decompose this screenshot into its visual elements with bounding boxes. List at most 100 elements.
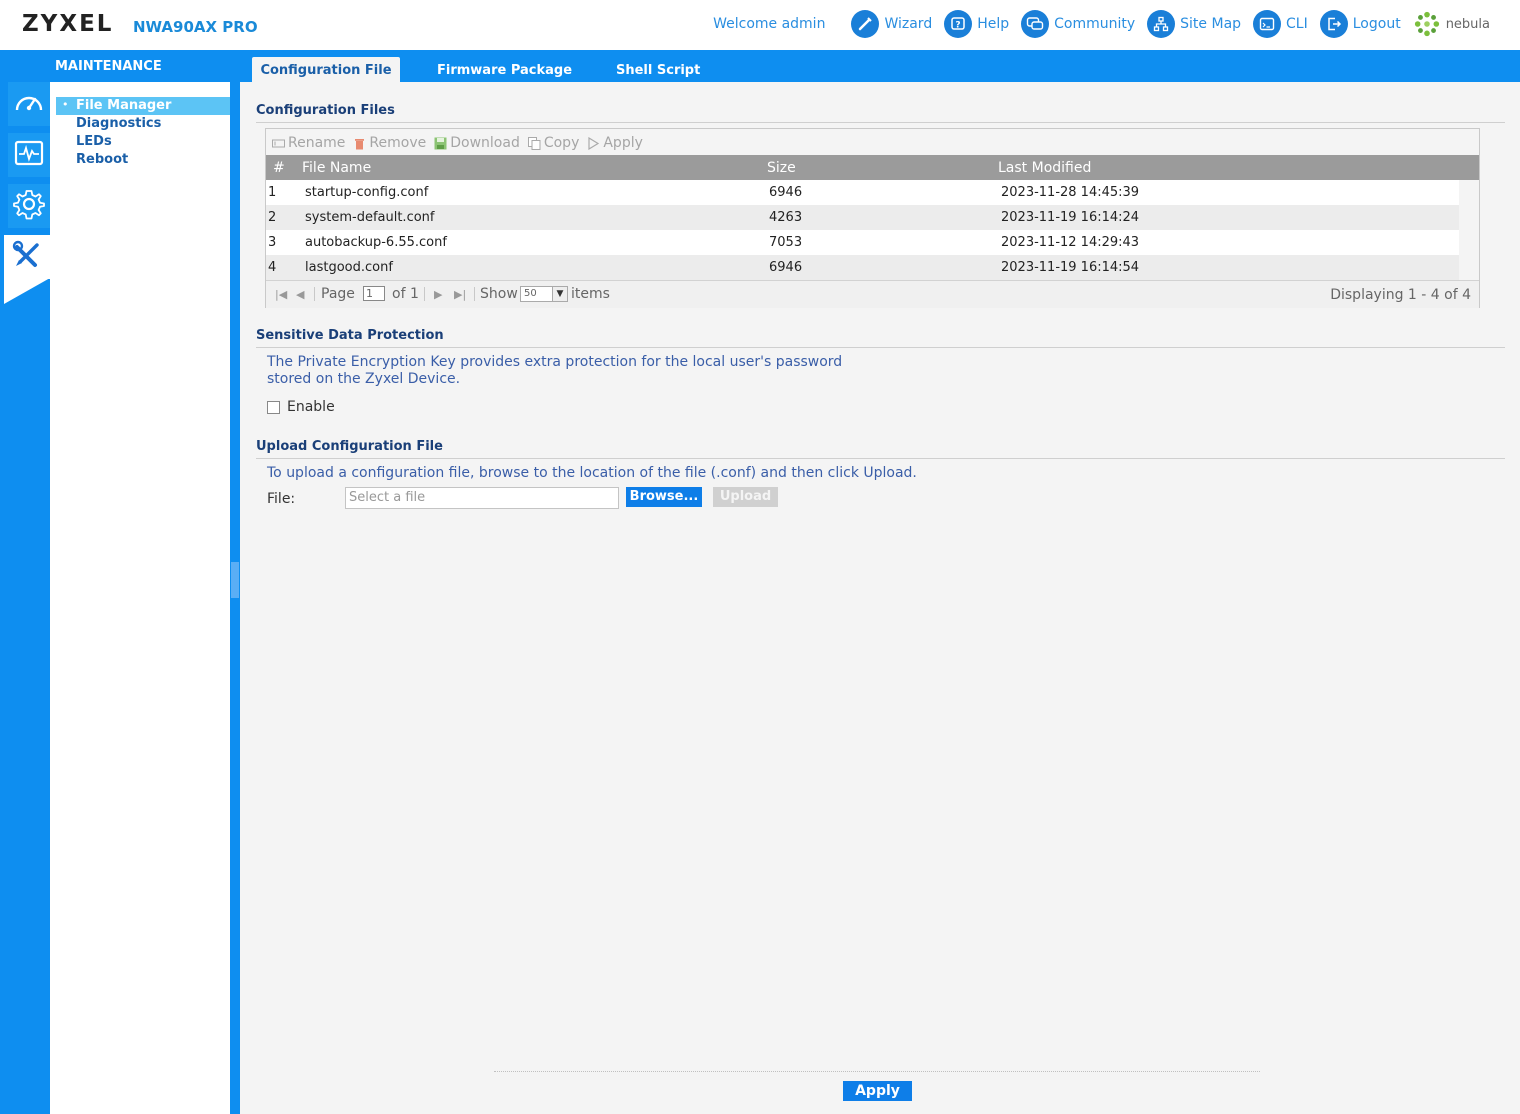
download-button[interactable]: Download <box>434 135 520 151</box>
copy-icon <box>527 136 541 150</box>
dashboard-icon <box>13 88 45 120</box>
row-file-name: system-default.conf <box>305 210 435 225</box>
rail-monitor[interactable] <box>8 133 50 177</box>
enable-checkbox[interactable] <box>267 401 280 414</box>
chevron-down-icon[interactable]: ▼ <box>552 287 567 301</box>
browse-button[interactable]: Browse... <box>626 487 702 507</box>
upload-description: To upload a configuration file, browse t… <box>267 465 917 481</box>
top-navigation: Welcome admin Wizard ? Help Community Si… <box>713 8 1490 40</box>
page-size-value: 50 <box>524 288 537 299</box>
menu-item-reboot[interactable]: Reboot <box>76 152 128 167</box>
row-file-name: startup-config.conf <box>305 185 429 200</box>
column-header-file-name[interactable]: File Name <box>302 160 371 176</box>
splitter-grip[interactable] <box>231 562 239 598</box>
table-row[interactable]: 2 system-default.conf 4263 2023-11-19 16… <box>266 205 1459 230</box>
help-label: Help <box>977 16 1010 32</box>
upload-button[interactable]: Upload <box>713 487 778 507</box>
table-row[interactable]: 1 startup-config.conf 6946 2023-11-28 14… <box>266 180 1459 205</box>
sensitive-description-line2: stored on the Zyxel Device. <box>267 371 461 387</box>
rename-label: Rename <box>288 135 346 151</box>
row-last-modified: 2023-11-12 14:29:43 <box>1001 235 1140 250</box>
column-header-number[interactable]: # <box>273 160 285 176</box>
help-icon: ? <box>944 10 973 38</box>
menu-item-diagnostics[interactable]: Diagnostics <box>76 116 161 131</box>
sitemap-link[interactable]: Site Map <box>1147 10 1241 38</box>
menu-item-file-manager[interactable]: File Manager <box>76 98 171 113</box>
tab-shell-script[interactable]: Shell Script <box>616 57 700 82</box>
section-title-upload: Upload Configuration File <box>256 439 443 454</box>
next-page-icon[interactable]: ▶ <box>434 288 442 301</box>
apply-button[interactable]: Apply <box>843 1081 912 1101</box>
page-size-select[interactable]: 50 ▼ <box>520 286 568 302</box>
top-header: ZYXEL NWA90AX PRO Welcome admin Wizard ?… <box>0 0 1520 50</box>
configuration-gear-icon <box>13 188 45 224</box>
rename-button[interactable]: Rename <box>272 135 345 151</box>
device-model: NWA90AX PRO <box>133 18 258 36</box>
save-disk-icon <box>434 137 447 150</box>
menu-bullet: • <box>62 98 69 111</box>
community-link[interactable]: Community <box>1021 10 1135 38</box>
sitemap-icon <box>1147 10 1176 38</box>
help-link[interactable]: ? Help <box>944 10 1009 38</box>
file-path-input[interactable]: Select a file <box>345 487 619 509</box>
welcome-text: Welcome admin <box>713 16 826 32</box>
tab-firmware-package[interactable]: Firmware Package <box>437 57 572 82</box>
panel-splitter[interactable] <box>230 82 240 1114</box>
cli-link[interactable]: CLI <box>1253 10 1308 38</box>
column-header-last-modified[interactable]: Last Modified <box>998 160 1091 176</box>
last-page-icon[interactable]: ▶| <box>454 288 466 301</box>
menu-item-leds[interactable]: LEDs <box>76 134 112 149</box>
row-file-name: autobackup-6.55.conf <box>305 235 447 250</box>
logout-label: Logout <box>1352 16 1401 32</box>
table-row[interactable]: 3 autobackup-6.55.conf 7053 2023-11-12 1… <box>266 230 1459 255</box>
pager-separator <box>314 287 315 301</box>
grid-header: # File Name Size Last Modified <box>266 155 1479 180</box>
apply-toolbar-button[interactable]: Apply <box>587 135 643 151</box>
icon-rail <box>0 82 50 1114</box>
section-divider <box>256 458 1505 459</box>
section-divider <box>256 122 1505 123</box>
download-label: Download <box>450 135 520 151</box>
page-number-input[interactable]: 1 <box>363 286 385 301</box>
row-number: 4 <box>268 260 277 275</box>
row-last-modified: 2023-11-28 14:45:39 <box>1001 185 1140 200</box>
file-label: File: <box>267 491 296 507</box>
logout-link[interactable]: Logout <box>1319 10 1401 38</box>
remove-button[interactable]: Remove <box>353 135 426 151</box>
remove-label: Remove <box>369 135 427 151</box>
maintenance-menu: • File Manager Diagnostics LEDs Reboot <box>50 82 277 1114</box>
monitor-icon <box>13 139 45 171</box>
wizard-link[interactable]: Wizard <box>851 10 932 38</box>
sitemap-label: Site Map <box>1180 16 1242 32</box>
main-content: Configuration Files Rename Remove Downlo… <box>240 82 1520 1114</box>
prev-page-icon[interactable]: ◀ <box>296 288 304 301</box>
pager-separator <box>424 287 425 301</box>
column-header-size[interactable]: Size <box>767 160 796 176</box>
rail-dashboard[interactable] <box>8 82 50 126</box>
copy-button[interactable]: Copy <box>527 135 579 151</box>
section-bar <box>0 50 1520 82</box>
configuration-files-grid: Rename Remove Download Copy Apply # File… <box>265 128 1480 308</box>
row-last-modified: 2023-11-19 16:14:24 <box>1001 210 1140 225</box>
grid-pager: |◀ ◀ Page 1 of 1 ▶ ▶| Show 50 ▼ items Di… <box>266 280 1479 308</box>
page-count-label: of 1 <box>392 286 419 302</box>
row-size: 6946 <box>769 185 803 200</box>
wizard-label: Wizard <box>884 16 933 32</box>
section-divider <box>256 347 1505 348</box>
nebula-link[interactable]: nebula <box>1413 10 1490 38</box>
grid-toolbar: Rename Remove Download Copy Apply <box>272 133 651 153</box>
sidebar-title: MAINTENANCE <box>55 59 162 74</box>
nebula-logo-icon <box>1413 10 1441 38</box>
rail-maintenance[interactable] <box>4 235 50 279</box>
table-row[interactable]: 4 lastgood.conf 6946 2023-11-19 16:14:54 <box>266 255 1459 280</box>
section-title-sensitive-data: Sensitive Data Protection <box>256 328 444 343</box>
rail-active-pointer <box>4 278 50 304</box>
items-label: items <box>571 286 610 302</box>
rail-configuration[interactable] <box>8 184 50 228</box>
community-label: Community <box>1054 16 1136 32</box>
apply-toolbar-label: Apply <box>603 135 643 151</box>
tab-configuration-file[interactable]: Configuration File <box>252 57 400 82</box>
sensitive-description-line1: The Private Encryption Key provides extr… <box>267 354 843 370</box>
community-icon <box>1021 10 1050 38</box>
first-page-icon[interactable]: |◀ <box>275 288 287 301</box>
